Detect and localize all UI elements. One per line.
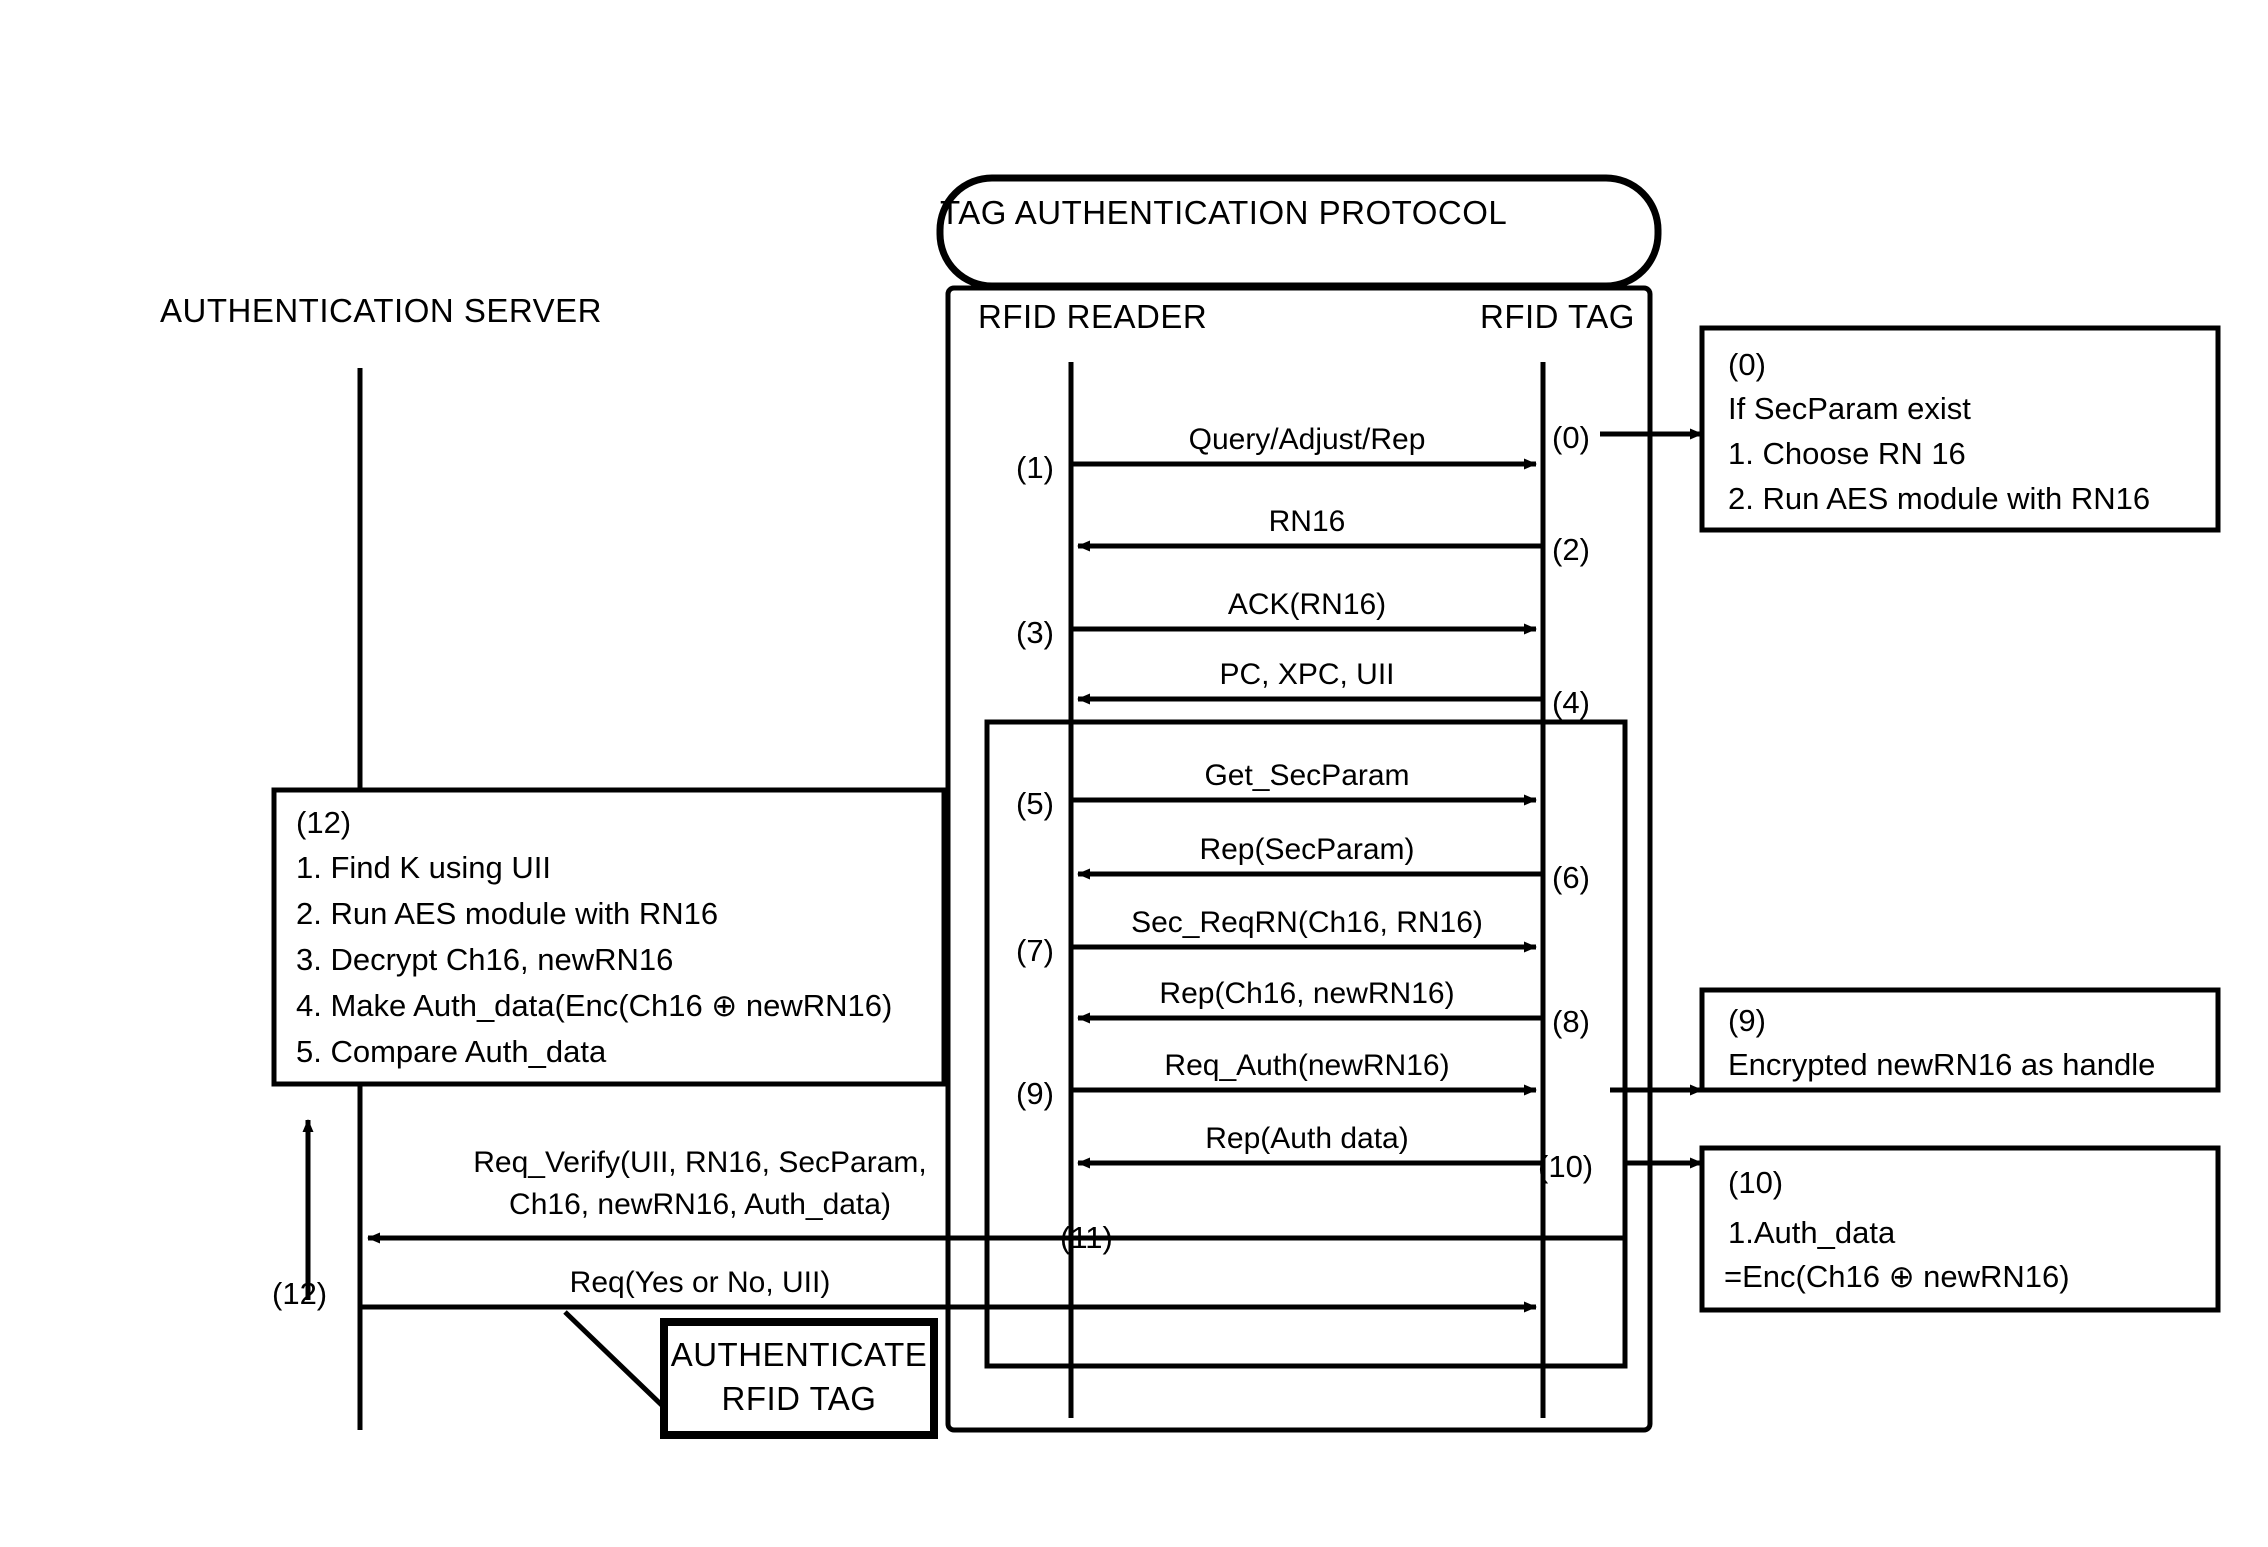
diagram-canvas: TAG AUTHENTICATION PROTOCOL AUTHENTICATI… (0, 0, 2268, 1547)
step-number-9: (9) (1016, 1076, 1054, 1111)
note-0-line-1: If SecParam exist (1728, 391, 1971, 426)
note-12-line-5: 5. Compare Auth_data (296, 1034, 607, 1069)
step-number-4: (4) (1552, 685, 1590, 720)
note-12-line-2: 2. Run AES module with RN16 (296, 896, 719, 931)
note-12-tag: (12) (296, 805, 352, 840)
step-number-6: (6) (1552, 860, 1590, 895)
message-label-11-line1: Req_Verify(UII, RN16, SecParam, (473, 1146, 927, 1179)
message-label-8: Rep(Ch16, newRN16) (1159, 977, 1455, 1010)
step-number-11: (11) (1060, 1220, 1113, 1255)
message-label-6: Rep(SecParam) (1199, 833, 1415, 866)
lifeline-label-reader: RFID READER (978, 298, 1208, 335)
message-label-9: Req_Auth(newRN16) (1164, 1049, 1450, 1082)
note-0-line-2: 1. Choose RN 16 (1728, 436, 1966, 471)
step-number-7: (7) (1016, 933, 1054, 968)
message-label-4: PC, XPC, UII (1219, 658, 1395, 691)
lifeline-label-server: AUTHENTICATION SERVER (160, 292, 602, 329)
note-12-line-3: 3. Decrypt Ch16, newRN16 (296, 942, 674, 977)
message-label-1: Query/Adjust/Rep (1188, 423, 1426, 456)
step-number-1: (1) (1016, 450, 1054, 485)
message-label-11-line2: Ch16, newRN16, Auth_data) (509, 1188, 891, 1221)
secure-phase-group-outline (984, 719, 1628, 1369)
message-label-12: Req(Yes or No, UII) (569, 1266, 831, 1299)
step-number-12-left: (12) (272, 1276, 328, 1311)
step-number-10: (10) (1538, 1149, 1594, 1184)
note-10-tag: (10) (1728, 1165, 1784, 1200)
message-label-10: Rep(Auth data) (1205, 1122, 1409, 1155)
step-number-2: (2) (1552, 532, 1590, 567)
leader-authenticate (563, 1310, 674, 1417)
step-number-5: (5) (1016, 786, 1054, 821)
note-0-line-3: 2. Run AES module with RN16 (1728, 481, 2151, 516)
note-9-line-1: Encrypted newRN16 as handle (1728, 1047, 2156, 1082)
note-12-line-4: 4. Make Auth_data(Enc(Ch16 ⊕ newRN16) (296, 988, 893, 1023)
protocol-title: TAG AUTHENTICATION PROTOCOL (940, 194, 1508, 231)
message-label-2: RN16 (1268, 505, 1346, 538)
message-label-5: Get_SecParam (1204, 759, 1410, 792)
message-label-3: ACK(RN16) (1227, 588, 1387, 621)
authenticate-box-line-2: RFID TAG (721, 1380, 877, 1417)
note-9-tag: (9) (1728, 1003, 1766, 1038)
step-number-0: (0) (1552, 420, 1590, 455)
note-0-tag: (0) (1728, 347, 1766, 382)
message-label-7: Sec_ReqRN(Ch16, RN16) (1131, 906, 1483, 939)
note-10-line-1: 1.Auth_data (1728, 1215, 1896, 1250)
note-10-line-2: =Enc(Ch16 ⊕ newRN16) (1724, 1259, 2070, 1294)
authenticate-box-line-1: AUTHENTICATE (670, 1336, 928, 1373)
note-12-line-1: 1. Find K using UII (296, 850, 552, 885)
lifeline-label-tag: RFID TAG (1480, 298, 1635, 335)
step-number-3: (3) (1016, 615, 1054, 650)
step-number-8: (8) (1552, 1004, 1590, 1039)
